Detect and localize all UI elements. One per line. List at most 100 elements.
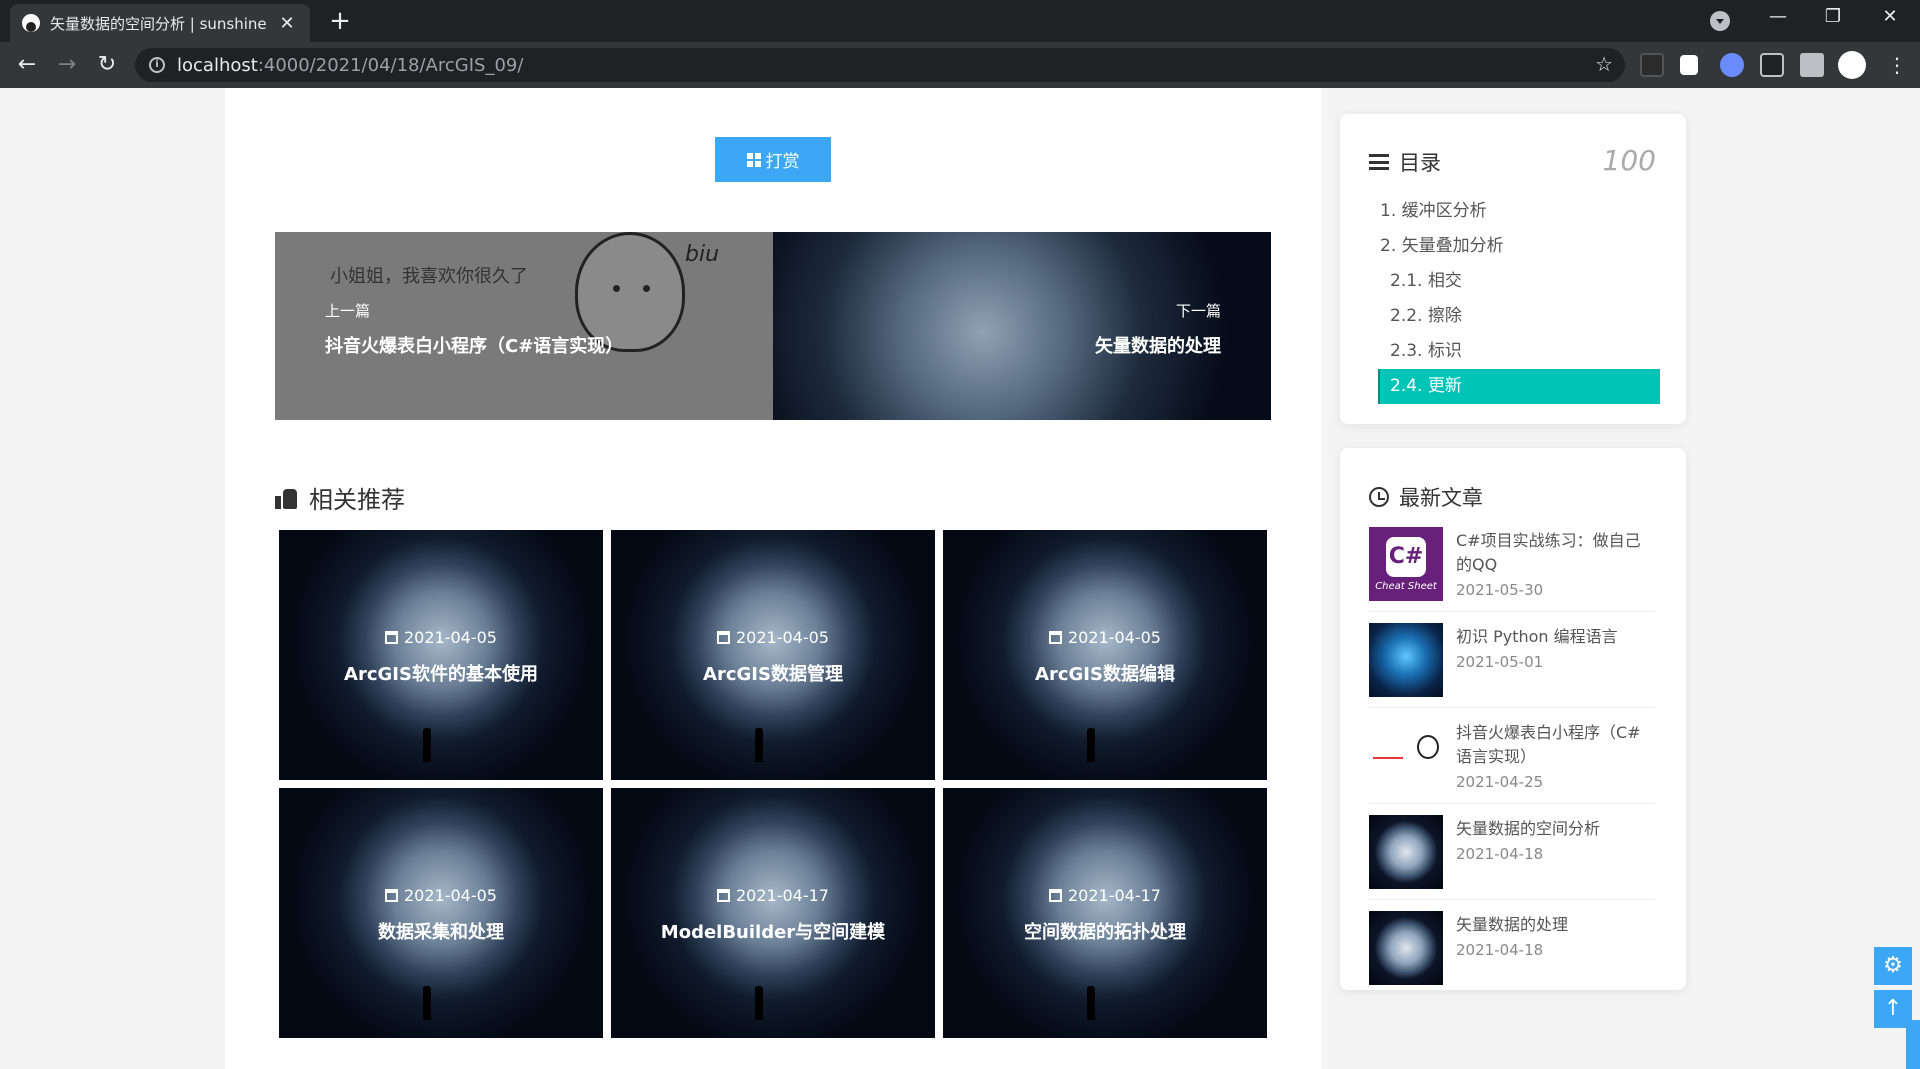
new-tab-button[interactable]: +	[325, 6, 355, 36]
prev-post-link[interactable]: 小姐姐，我喜欢你很久了 biu 上一篇 抖音火爆表白小程序（C#语言实现）	[275, 232, 773, 420]
calendar-icon	[385, 631, 398, 644]
restore-button[interactable]: ❐	[1813, 6, 1853, 27]
toc-item[interactable]: 2.1. 相交	[1380, 264, 1660, 299]
extensions-puzzle-icon[interactable]	[1800, 53, 1824, 77]
profile-avatar[interactable]	[1838, 51, 1866, 79]
forward-button[interactable]: →	[52, 50, 82, 80]
extension-pen-icon[interactable]	[1640, 53, 1664, 77]
toc-heading: 目录	[1399, 151, 1441, 175]
recent-date: 2021-05-01	[1456, 653, 1544, 671]
recent-date: 2021-04-18	[1456, 845, 1544, 863]
csharp-thumbnail: C# Cheat Sheet	[1369, 527, 1443, 601]
prev-image-text: 小姐姐，我喜欢你很久了	[330, 266, 528, 287]
reload-button[interactable]: ↻	[92, 50, 122, 80]
reward-button[interactable]: 打赏	[715, 137, 831, 182]
related-date: 2021-04-05	[943, 628, 1267, 647]
recent-header: 最新文章	[1369, 482, 1483, 512]
earth-thumbnail	[1369, 911, 1443, 985]
thumb-caption: Cheat Sheet	[1375, 580, 1437, 592]
extension-globe-icon[interactable]	[1720, 53, 1744, 77]
recent-title: C#项目实战练习：做自己的QQ	[1456, 531, 1641, 574]
tab-title: 矢量数据的空间分析 | sunshine	[50, 14, 267, 33]
tab-search-icon[interactable]	[1710, 11, 1730, 31]
related-title: ArcGIS数据管理	[703, 664, 843, 685]
recent-heading: 最新文章	[1399, 486, 1483, 510]
minimize-button[interactable]: —	[1758, 6, 1798, 27]
toc-item-active[interactable]: 2.4. 更新	[1378, 369, 1660, 404]
toc-card: 目录 100 1. 缓冲区分析 2. 矢量叠加分析 2.1. 相交 2.2. 擦…	[1340, 114, 1686, 424]
related-date: 2021-04-17	[943, 886, 1267, 905]
toc-item[interactable]: 2.3. 标识	[1380, 334, 1660, 369]
calendar-icon	[1049, 889, 1062, 902]
related-card[interactable]: 2021-04-05 数据采集和处理	[279, 788, 603, 1038]
next-title: 矢量数据的处理	[1095, 336, 1221, 357]
back-button[interactable]: ←	[12, 50, 42, 80]
toc-item[interactable]: 1. 缓冲区分析	[1380, 194, 1660, 229]
recent-title: 矢量数据的空间分析	[1456, 819, 1601, 838]
related-grid: 2021-04-05 ArcGIS软件的基本使用 2021-04-05 ArcG…	[279, 530, 1269, 1038]
info-icon[interactable]: i	[149, 57, 165, 73]
address-bar[interactable]: i localhost:4000/2021/04/18/ArcGIS_09/ ☆	[135, 48, 1625, 82]
recent-post[interactable]: C# Cheat Sheet C#项目实战练习：做自己的QQ 2021-05-3…	[1369, 524, 1655, 612]
related-title: ArcGIS软件的基本使用	[344, 664, 538, 685]
recent-post[interactable]: 矢量数据的空间分析 2021-04-18	[1369, 812, 1655, 900]
recent-post[interactable]: 初识 Python 编程语言 2021-05-01	[1369, 620, 1655, 708]
related-date: 2021-04-17	[611, 886, 935, 905]
extension-l-icon[interactable]	[1680, 55, 1698, 75]
recent-post[interactable]: 矢量数据的处理 2021-04-18	[1369, 908, 1655, 995]
earth-thumbnail	[1369, 815, 1443, 889]
browser-tab[interactable]: 矢量数据的空间分析 | sunshine ✕	[10, 4, 310, 42]
python-thumbnail	[1369, 623, 1443, 697]
related-card[interactable]: 2021-04-05 ArcGIS软件的基本使用	[279, 530, 603, 780]
toc-item[interactable]: 2. 矢量叠加分析	[1380, 229, 1660, 264]
recent-post[interactable]: 抖音火爆表白小程序（C#语言实现） 2021-04-25	[1369, 716, 1655, 804]
post-pager: 小姐姐，我喜欢你很久了 biu 上一篇 抖音火爆表白小程序（C#语言实现） 下一…	[275, 232, 1271, 420]
toc-header: 目录	[1369, 147, 1441, 177]
related-date: 2021-04-05	[611, 628, 935, 647]
related-card[interactable]: 2021-04-17 ModelBuilder与空间建模	[611, 788, 935, 1038]
calendar-icon	[717, 631, 730, 644]
reward-label: 打赏	[765, 152, 800, 172]
recent-date: 2021-04-18	[1456, 941, 1544, 959]
calendar-icon	[385, 889, 398, 902]
thumbs-up-icon	[275, 487, 297, 509]
settings-gear-icon[interactable]: ⚙	[1874, 947, 1912, 985]
browser-tabbar: 矢量数据的空间分析 | sunshine ✕ + — ❐ ✕	[0, 0, 1920, 42]
recent-title: 初识 Python 编程语言	[1456, 627, 1618, 646]
csharp-logo-icon: C#	[1386, 536, 1426, 577]
toc-progress: 100	[1602, 144, 1656, 177]
related-heading: 相关推荐	[275, 480, 405, 515]
related-date: 2021-04-05	[279, 886, 603, 905]
browser-menu-icon[interactable]: ⋮	[1882, 50, 1912, 80]
bookmark-star-icon[interactable]: ☆	[1595, 52, 1613, 76]
related-card[interactable]: 2021-04-05 ArcGIS数据管理	[611, 530, 935, 780]
recent-date: 2021-04-25	[1456, 773, 1544, 791]
next-post-link[interactable]: 下一篇 矢量数据的处理	[773, 232, 1271, 420]
prev-image-biu: biu	[685, 242, 720, 267]
url-host: localhost	[177, 54, 258, 76]
recent-list: C# Cheat Sheet C#项目实战练习：做自己的QQ 2021-05-3…	[1369, 524, 1655, 1003]
related-card[interactable]: 2021-04-17 空间数据的拓扑处理	[943, 788, 1267, 1038]
url-path: :4000/2021/04/18/ArcGIS_09/	[257, 54, 524, 76]
recent-title: 矢量数据的处理	[1456, 915, 1569, 934]
prev-title: 抖音火爆表白小程序（C#语言实现）	[325, 336, 624, 357]
qrcode-icon	[746, 152, 761, 167]
related-card[interactable]: 2021-04-05 ArcGIS数据编辑	[943, 530, 1267, 780]
prev-label: 上一篇	[325, 302, 371, 320]
tab-close-icon[interactable]: ✕	[276, 13, 298, 34]
calendar-icon	[717, 889, 730, 902]
calendar-icon	[1049, 631, 1062, 644]
related-title: ModelBuilder与空间建模	[660, 922, 886, 943]
extension-mask-icon[interactable]	[1760, 53, 1784, 77]
recent-posts-card: 最新文章 C# Cheat Sheet C#项目实战练习：做自己的QQ 2021…	[1340, 448, 1686, 990]
related-heading-text: 相关推荐	[309, 486, 405, 514]
close-window-button[interactable]: ✕	[1870, 6, 1910, 27]
list-icon	[1369, 154, 1389, 170]
next-label: 下一篇	[1175, 302, 1221, 320]
recent-date: 2021-05-30	[1456, 581, 1544, 599]
scroll-edge-bar	[1906, 1020, 1920, 1069]
recent-title: 抖音火爆表白小程序（C#语言实现）	[1456, 723, 1641, 766]
browser-toolbar: ← → ↻ i localhost:4000/2021/04/18/ArcGIS…	[0, 42, 1920, 88]
related-title: ArcGIS数据编辑	[1035, 664, 1175, 685]
toc-item[interactable]: 2.2. 擦除	[1380, 299, 1660, 334]
